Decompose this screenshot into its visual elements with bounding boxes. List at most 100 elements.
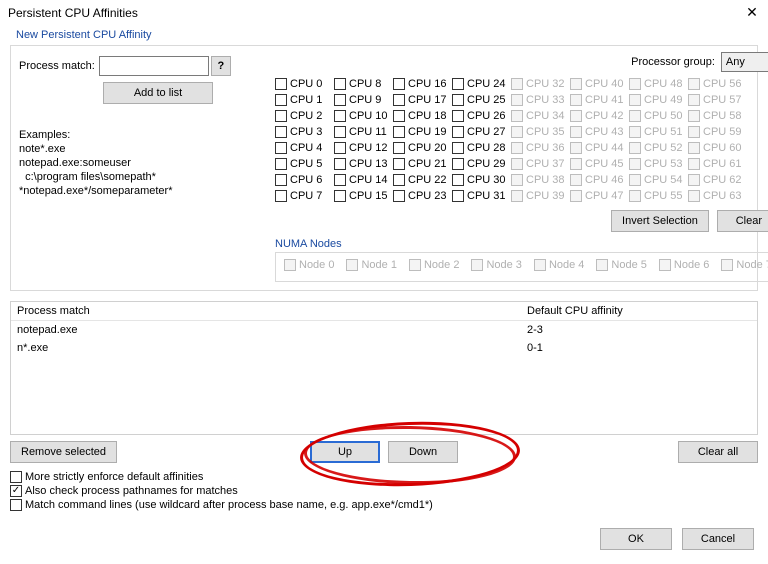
checkbox-icon[interactable] — [275, 158, 287, 170]
checkbox-icon[interactable] — [393, 110, 405, 122]
cpu-checkbox[interactable]: CPU 9 — [334, 92, 393, 108]
cpu-checkbox[interactable]: CPU 24 — [452, 76, 511, 92]
help-icon[interactable]: ? — [211, 56, 231, 76]
checkbox-icon[interactable] — [334, 174, 346, 186]
checkbox-icon[interactable] — [334, 78, 346, 90]
checkbox-icon[interactable] — [452, 190, 464, 202]
cpu-checkbox: CPU 39 — [511, 188, 570, 204]
list-header-affinity[interactable]: Default CPU affinity — [521, 302, 757, 320]
cpu-checkbox[interactable]: CPU 14 — [334, 172, 393, 188]
cpu-checkbox[interactable]: CPU 6 — [275, 172, 334, 188]
cpu-checkbox[interactable]: CPU 25 — [452, 92, 511, 108]
checkbox-icon — [409, 259, 421, 271]
remove-selected-button[interactable]: Remove selected — [10, 441, 117, 463]
numa-row: Node 0Node 1Node 2Node 3Node 4Node 5Node… — [280, 255, 768, 279]
checkbox-icon — [629, 94, 641, 106]
cancel-button[interactable]: Cancel — [682, 528, 754, 550]
checkbox-icon[interactable] — [334, 158, 346, 170]
cpu-checkbox[interactable]: CPU 31 — [452, 188, 511, 204]
cpu-checkbox[interactable]: CPU 13 — [334, 156, 393, 172]
checkbox-icon — [629, 158, 641, 170]
cpu-checkbox[interactable]: CPU 2 — [275, 108, 334, 124]
checkbox-icon[interactable] — [275, 110, 287, 122]
cpu-checkbox[interactable]: CPU 20 — [393, 140, 452, 156]
checkbox-icon[interactable] — [275, 142, 287, 154]
checkbox-icon[interactable] — [393, 78, 405, 90]
checkbox-icon[interactable] — [393, 94, 405, 106]
close-icon[interactable]: ✕ — [742, 4, 762, 21]
cpu-checkbox[interactable]: CPU 19 — [393, 124, 452, 140]
cpu-checkbox[interactable]: CPU 29 — [452, 156, 511, 172]
invert-selection-button[interactable]: Invert Selection — [611, 210, 709, 232]
checkbox-icon[interactable] — [393, 174, 405, 186]
checkbox-icon[interactable] — [452, 78, 464, 90]
cpu-checkbox[interactable]: CPU 30 — [452, 172, 511, 188]
checkbox-icon[interactable] — [275, 190, 287, 202]
down-button[interactable]: Down — [388, 441, 458, 463]
numa-label: Node 0 — [299, 259, 334, 271]
process-match-input[interactable] — [99, 56, 209, 76]
checkbox-icon[interactable] — [452, 110, 464, 122]
ok-button[interactable]: OK — [600, 528, 672, 550]
checkbox-icon[interactable] — [393, 190, 405, 202]
checkbox-icon[interactable] — [334, 126, 346, 138]
cpu-checkbox[interactable]: CPU 28 — [452, 140, 511, 156]
checkbox-icon[interactable] — [334, 94, 346, 106]
cpu-label: CPU 61 — [703, 158, 742, 170]
checkbox-icon[interactable] — [393, 142, 405, 154]
cpu-checkbox[interactable]: CPU 1 — [275, 92, 334, 108]
cpu-checkbox[interactable]: CPU 17 — [393, 92, 452, 108]
checkbox-icon[interactable] — [334, 110, 346, 122]
up-button[interactable]: Up — [310, 441, 380, 463]
checkbox-icon[interactable] — [275, 94, 287, 106]
cpu-checkbox[interactable]: CPU 23 — [393, 188, 452, 204]
cpu-label: CPU 49 — [644, 94, 683, 106]
cpu-checkbox: CPU 38 — [511, 172, 570, 188]
checkbox-icon[interactable] — [452, 126, 464, 138]
add-to-list-button[interactable]: Add to list — [103, 82, 213, 104]
cpu-checkbox[interactable]: CPU 27 — [452, 124, 511, 140]
checkbox-icon[interactable] — [452, 174, 464, 186]
processor-group-select[interactable]: Any ▾ — [721, 52, 768, 72]
checkbox-icon[interactable] — [275, 126, 287, 138]
checkbox-icon[interactable] — [452, 142, 464, 154]
clear-all-button[interactable]: Clear all — [678, 441, 758, 463]
match-cmdlines-checkbox[interactable] — [10, 499, 22, 511]
strict-enforce-checkbox[interactable] — [10, 471, 22, 483]
cpu-checkbox[interactable]: CPU 15 — [334, 188, 393, 204]
cpu-label: CPU 13 — [349, 158, 388, 170]
checkbox-icon — [346, 259, 358, 271]
cpu-checkbox[interactable]: CPU 10 — [334, 108, 393, 124]
table-row[interactable]: notepad.exe2-3 — [11, 321, 757, 339]
cpu-checkbox[interactable]: CPU 11 — [334, 124, 393, 140]
cpu-checkbox[interactable]: CPU 4 — [275, 140, 334, 156]
list-header-match[interactable]: Process match — [11, 302, 521, 320]
checkbox-icon[interactable] — [393, 158, 405, 170]
cpu-checkbox[interactable]: CPU 21 — [393, 156, 452, 172]
check-pathnames-checkbox[interactable] — [10, 485, 22, 497]
cpu-label: CPU 25 — [467, 94, 506, 106]
cpu-checkbox[interactable]: CPU 22 — [393, 172, 452, 188]
checkbox-icon[interactable] — [452, 94, 464, 106]
table-row[interactable]: n*.exe0-1 — [11, 339, 757, 357]
cpu-checkbox[interactable]: CPU 16 — [393, 76, 452, 92]
cpu-checkbox[interactable]: CPU 0 — [275, 76, 334, 92]
checkbox-icon[interactable] — [334, 190, 346, 202]
cpu-label: CPU 62 — [703, 174, 742, 186]
clear-button[interactable]: Clear — [717, 210, 768, 232]
cpu-checkbox[interactable]: CPU 26 — [452, 108, 511, 124]
cpu-checkbox[interactable]: CPU 8 — [334, 76, 393, 92]
checkbox-icon[interactable] — [275, 78, 287, 90]
cpu-checkbox: CPU 36 — [511, 140, 570, 156]
cpu-label: CPU 23 — [408, 190, 447, 202]
checkbox-icon[interactable] — [452, 158, 464, 170]
cpu-checkbox[interactable]: CPU 3 — [275, 124, 334, 140]
cpu-checkbox[interactable]: CPU 7 — [275, 188, 334, 204]
checkbox-icon[interactable] — [334, 142, 346, 154]
cpu-checkbox[interactable]: CPU 5 — [275, 156, 334, 172]
checkbox-icon[interactable] — [275, 174, 287, 186]
checkbox-icon — [688, 94, 700, 106]
cpu-checkbox[interactable]: CPU 12 — [334, 140, 393, 156]
checkbox-icon[interactable] — [393, 126, 405, 138]
cpu-checkbox[interactable]: CPU 18 — [393, 108, 452, 124]
